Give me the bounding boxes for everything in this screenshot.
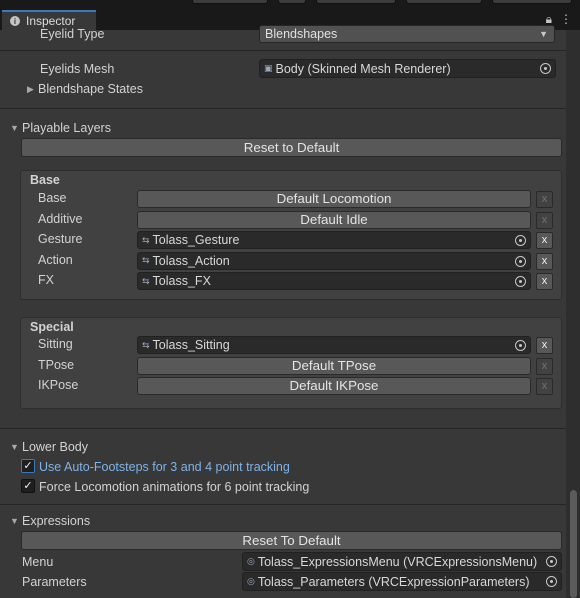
toolbar-button-stub[interactable] [406, 0, 482, 4]
expressions-parameters-value: Tolass_Parameters (VRCExpressionParamete… [257, 574, 530, 589]
animator-controller-icon: ⇆ [142, 339, 150, 350]
chevron-down-icon: ▼ [539, 29, 548, 39]
asset-icon: ◎ [247, 556, 255, 566]
eyelid-type-dropdown[interactable]: Blendshapes ▼ [259, 25, 555, 43]
base-layer-fx-controller-field[interactable]: ⇆ Tolass_FX [137, 272, 531, 290]
expressions-reset-button[interactable]: Reset To Default [21, 531, 562, 550]
eyelid-type-value: Blendshapes [265, 27, 338, 41]
object-picker-icon[interactable] [540, 63, 551, 74]
animator-controller-icon: ⇆ [142, 234, 150, 245]
auto-footsteps-checkbox[interactable]: ✓ [21, 459, 35, 473]
object-picker-icon[interactable] [515, 276, 526, 287]
divider [0, 504, 566, 505]
special-layer-sitting-label: Sitting [38, 337, 73, 351]
expressions-foldout[interactable]: Expressions [22, 514, 90, 528]
expressions-menu-value: Tolass_ExpressionsMenu (VRCExpressionsMe… [257, 554, 538, 569]
kebab-menu-icon[interactable]: ⋮ [560, 12, 572, 27]
base-layer-additive-default-button[interactable]: Default Idle [137, 210, 531, 229]
special-layer-ikpose-remove-button[interactable]: x [536, 378, 553, 395]
base-layer-action-controller-value: Tolass_Action [152, 253, 230, 268]
divider [0, 50, 566, 51]
toolbar-button-stub[interactable] [316, 0, 396, 4]
animator-controller-icon: ⇆ [142, 275, 150, 286]
object-picker-icon[interactable] [546, 556, 557, 567]
special-layer-sitting-remove-button[interactable]: x [536, 337, 553, 354]
base-layer-base-default-button[interactable]: Default Locomotion [137, 190, 531, 208]
eyelids-mesh-field[interactable]: ▣ Body (Skinned Mesh Renderer) [259, 59, 556, 78]
eyelids-mesh-value: Body (Skinned Mesh Renderer) [275, 61, 451, 76]
object-picker-icon[interactable] [546, 576, 557, 587]
base-layer-gesture-label: Gesture [38, 232, 83, 246]
base-layer-fx-remove-button[interactable]: x [536, 273, 553, 290]
base-layer-action-controller-field[interactable]: ⇆ Tolass_Action [137, 251, 531, 270]
special-layer-tpose-remove-button[interactable]: x [536, 357, 553, 375]
base-layer-action-remove-button[interactable]: x [536, 252, 553, 270]
playable-layers-foldout[interactable]: Playable Layers [22, 121, 111, 135]
parameters-label: Parameters [22, 575, 87, 589]
special-layer-tpose-label: TPose [38, 357, 75, 372]
base-layer-gesture-remove-button[interactable]: x [536, 232, 553, 249]
force-locomotion-checkbox[interactable]: ✓ [21, 479, 35, 493]
base-section-title: Base [30, 173, 60, 187]
reset-to-default-button[interactable]: Reset to Default [21, 138, 562, 157]
base-layer-gesture-controller-value: Tolass_Gesture [152, 233, 240, 247]
expressions-menu-field[interactable]: ◎ Tolass_ExpressionsMenu (VRCExpressions… [242, 552, 562, 571]
blendshape-states-foldout[interactable]: Blendshape States [38, 82, 143, 96]
force-locomotion-label[interactable]: Force Locomotion animations for 6 point … [39, 480, 309, 494]
object-picker-icon[interactable] [515, 235, 526, 246]
base-layer-fx-label: FX [38, 273, 54, 287]
divider [0, 108, 566, 109]
base-layer-additive-remove-button[interactable]: x [536, 211, 553, 229]
inspector-content [0, 30, 566, 598]
base-layer-fx-controller-value: Tolass_FX [152, 274, 211, 288]
special-layer-sitting-controller-field[interactable]: ⇆ Tolass_Sitting [137, 336, 531, 354]
menu-label: Menu [22, 555, 54, 569]
eyelids-mesh-label: Eyelids Mesh [40, 62, 115, 76]
special-section-title: Special [30, 320, 74, 334]
toolbar-button-stub[interactable] [278, 0, 306, 4]
base-layer-action-label: Action [38, 252, 73, 267]
base-layer-base-label: Base [38, 191, 67, 205]
object-picker-icon[interactable] [515, 340, 526, 351]
info-icon: i [10, 16, 20, 26]
fold-arrow-right-icon[interactable]: ▶ [27, 84, 34, 95]
fold-arrow-down-icon[interactable]: ▼ [10, 123, 19, 133]
tab-label: Inspector [26, 14, 76, 28]
toolbar-button-stub[interactable] [192, 0, 268, 4]
special-layer-sitting-controller-value: Tolass_Sitting [152, 338, 230, 352]
special-layer-tpose-default-button[interactable]: Default TPose [137, 356, 531, 375]
animator-controller-icon: ⇆ [142, 255, 150, 265]
object-picker-icon[interactable] [515, 255, 526, 267]
mesh-icon: ▣ [264, 63, 273, 73]
auto-footsteps-label[interactable]: Use Auto-Footsteps for 3 and 4 point tra… [39, 460, 290, 474]
base-layer-base-remove-button[interactable]: x [536, 191, 553, 208]
scrollbar-thumb[interactable] [570, 490, 577, 598]
base-layer-gesture-controller-field[interactable]: ⇆ Tolass_Gesture [137, 231, 531, 249]
fold-arrow-down-icon[interactable]: ▼ [10, 516, 19, 526]
special-layer-ikpose-label: IKPose [38, 378, 79, 392]
asset-icon: ◎ [247, 576, 255, 586]
special-layer-ikpose-default-button[interactable]: Default IKPose [137, 377, 531, 395]
fold-arrow-down-icon[interactable]: ▼ [10, 442, 19, 452]
expressions-parameters-field[interactable]: ◎ Tolass_Parameters (VRCExpressionParame… [242, 572, 562, 591]
base-layer-additive-label: Additive [38, 211, 83, 226]
toolbar-button-stub[interactable] [492, 0, 572, 4]
eyelid-type-label: Eyelid Type [40, 27, 105, 41]
divider [0, 428, 566, 429]
lower-body-foldout[interactable]: Lower Body [22, 440, 88, 454]
